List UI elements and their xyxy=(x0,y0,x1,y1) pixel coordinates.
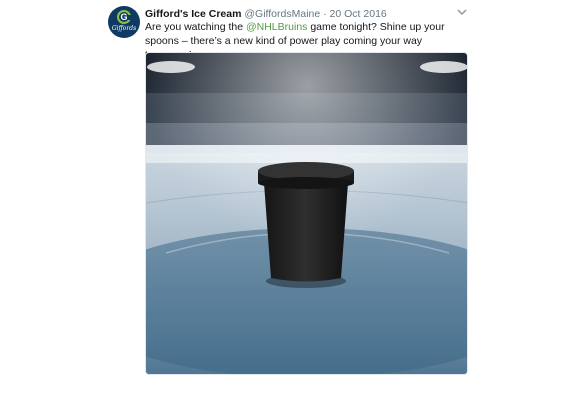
chevron-down-icon[interactable] xyxy=(456,6,468,18)
tweet-card: G Giffords Gifford's Ice Cream @Giffords… xyxy=(0,0,585,402)
rink-photo xyxy=(146,53,467,374)
tweet-date[interactable]: 20 Oct 2016 xyxy=(330,8,387,20)
meta-separator: · xyxy=(323,8,327,20)
mention-link[interactable]: @NHLBruins xyxy=(246,21,307,33)
tweet-text-start: Are you watching the xyxy=(145,21,246,33)
author-handle[interactable]: @GiffordsMaine xyxy=(244,8,320,20)
tweet-media-image[interactable] xyxy=(145,52,468,375)
avatar-initial: G xyxy=(120,12,128,22)
avatar-wordmark: Giffords xyxy=(111,25,137,32)
author-name[interactable]: Gifford's Ice Cream xyxy=(145,8,241,20)
tweet-header: Gifford's Ice Cream @GiffordsMaine · 20 … xyxy=(145,8,387,20)
avatar[interactable]: G Giffords xyxy=(108,6,140,38)
